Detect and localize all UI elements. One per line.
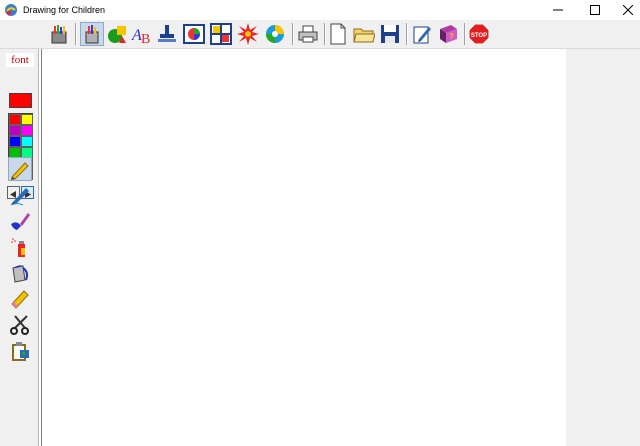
pen-icon bbox=[10, 188, 29, 206]
paint-pot-icon bbox=[85, 25, 99, 44]
toolbar-separator bbox=[406, 23, 408, 45]
close-button[interactable] bbox=[611, 0, 640, 20]
scissors-tool[interactable] bbox=[8, 313, 32, 337]
color-swatch[interactable] bbox=[21, 136, 33, 147]
text-ab-icon: A B bbox=[131, 27, 150, 45]
shapes-icon bbox=[108, 26, 126, 43]
scissors-icon bbox=[10, 315, 29, 335]
pencil-tool[interactable] bbox=[8, 157, 32, 181]
pencil-icon bbox=[11, 162, 29, 180]
picture-button[interactable] bbox=[182, 22, 206, 46]
stamp-icon bbox=[158, 25, 176, 42]
tools-bucket-button[interactable] bbox=[47, 22, 71, 46]
color-swatch[interactable] bbox=[9, 125, 21, 136]
spiral-icon bbox=[266, 25, 284, 43]
spray-tool[interactable] bbox=[8, 235, 32, 259]
toolbar-separator bbox=[464, 23, 466, 45]
burst-icon bbox=[237, 23, 259, 45]
color-swatch[interactable] bbox=[9, 114, 21, 125]
color-swatch[interactable] bbox=[21, 125, 33, 136]
floppy-icon bbox=[381, 25, 399, 43]
new-button[interactable] bbox=[326, 22, 350, 46]
brush-tool[interactable] bbox=[8, 209, 32, 233]
save-button[interactable] bbox=[378, 22, 402, 46]
toolbar-separator bbox=[292, 23, 294, 45]
font-button[interactable]: font bbox=[6, 53, 34, 67]
paint-pot-button[interactable] bbox=[80, 22, 104, 46]
stop-button[interactable]: STOP bbox=[467, 22, 491, 46]
close-icon bbox=[622, 5, 633, 15]
toolbar: A B ? STOP bbox=[0, 20, 640, 49]
picture-icon bbox=[183, 24, 205, 44]
svg-text:?: ? bbox=[449, 32, 454, 41]
stop-label: STOP bbox=[471, 33, 487, 39]
fill-tool[interactable] bbox=[8, 261, 32, 285]
tools-bucket-icon bbox=[51, 25, 67, 44]
spray-can-icon bbox=[11, 238, 25, 257]
grid-button[interactable] bbox=[209, 22, 233, 46]
edit-button[interactable] bbox=[410, 22, 434, 46]
help-book-icon: ? bbox=[440, 25, 457, 43]
help-book-button[interactable]: ? bbox=[436, 22, 460, 46]
eraser-icon bbox=[11, 290, 29, 309]
shapes-button[interactable] bbox=[105, 22, 129, 46]
fill-bucket-icon bbox=[12, 265, 28, 283]
text-button[interactable]: A B bbox=[130, 22, 154, 46]
printer-icon bbox=[298, 25, 318, 43]
left-tool-panel: font bbox=[0, 49, 39, 446]
burst-button[interactable] bbox=[236, 22, 260, 46]
title-bar: Drawing for Children bbox=[0, 0, 640, 20]
pen-tool[interactable] bbox=[8, 183, 32, 207]
clipboard-icon bbox=[12, 342, 29, 361]
toolbar-separator bbox=[75, 23, 77, 45]
spiral-button[interactable] bbox=[263, 22, 287, 46]
folder-icon bbox=[353, 28, 375, 43]
open-button[interactable] bbox=[352, 22, 376, 46]
brush-icon bbox=[11, 213, 30, 230]
svg-text:B: B bbox=[141, 32, 150, 45]
color-swatch[interactable] bbox=[9, 136, 21, 147]
window-title: Drawing for Children bbox=[23, 5, 106, 15]
current-color-swatch bbox=[9, 93, 32, 108]
eraser-tool[interactable] bbox=[8, 287, 32, 311]
grid-icon bbox=[210, 23, 232, 45]
canvas-margin bbox=[566, 49, 640, 446]
drawing-canvas[interactable] bbox=[41, 49, 566, 446]
edit-icon bbox=[413, 26, 431, 44]
new-page-icon bbox=[330, 23, 346, 45]
print-button[interactable] bbox=[296, 22, 320, 46]
color-swatch[interactable] bbox=[21, 114, 33, 125]
maximize-button[interactable] bbox=[578, 0, 611, 20]
minimize-icon bbox=[552, 9, 563, 11]
app-icon bbox=[5, 4, 17, 16]
stop-sign-icon: STOP bbox=[468, 23, 490, 45]
stamp-button[interactable] bbox=[155, 22, 179, 46]
minimize-button[interactable] bbox=[541, 0, 574, 20]
maximize-icon bbox=[589, 5, 600, 15]
clipboard-tool[interactable] bbox=[8, 339, 32, 363]
